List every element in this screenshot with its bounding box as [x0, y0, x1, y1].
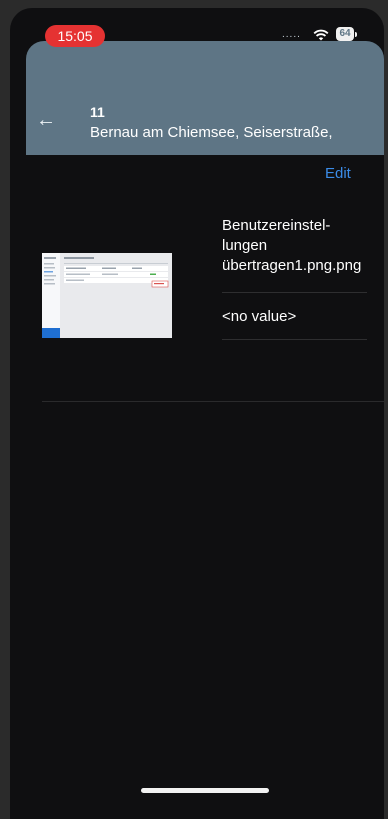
app-screen: 15:05 ..... 64 ← 11 Bernau am Chiemsee, … — [10, 8, 384, 819]
wifi-icon — [313, 29, 329, 41]
status-time: 15:05 — [45, 25, 105, 47]
divider — [222, 339, 367, 340]
screenshot-preview-image — [42, 253, 172, 338]
section-divider — [42, 401, 384, 402]
attachment-thumbnail[interactable] — [42, 253, 172, 338]
header-title: 11 — [90, 104, 105, 120]
status-bar: 15:05 ..... 64 — [10, 8, 384, 54]
home-indicator[interactable] — [141, 788, 269, 793]
battery-icon: 64 — [336, 27, 354, 41]
attachment-file-name: Benutzereinstel-lungen übertragen1.png.p… — [222, 217, 362, 274]
attachment-value: <no value> — [222, 308, 297, 325]
back-arrow-icon[interactable]: ← — [36, 110, 56, 130]
edit-button[interactable]: Edit — [325, 165, 351, 182]
cellular-signal-icon: ..... — [282, 29, 301, 40]
divider — [222, 292, 367, 293]
header-subtitle: Bernau am Chiemsee, Seiserstraße, — [90, 124, 333, 141]
battery-tip — [355, 32, 357, 37]
